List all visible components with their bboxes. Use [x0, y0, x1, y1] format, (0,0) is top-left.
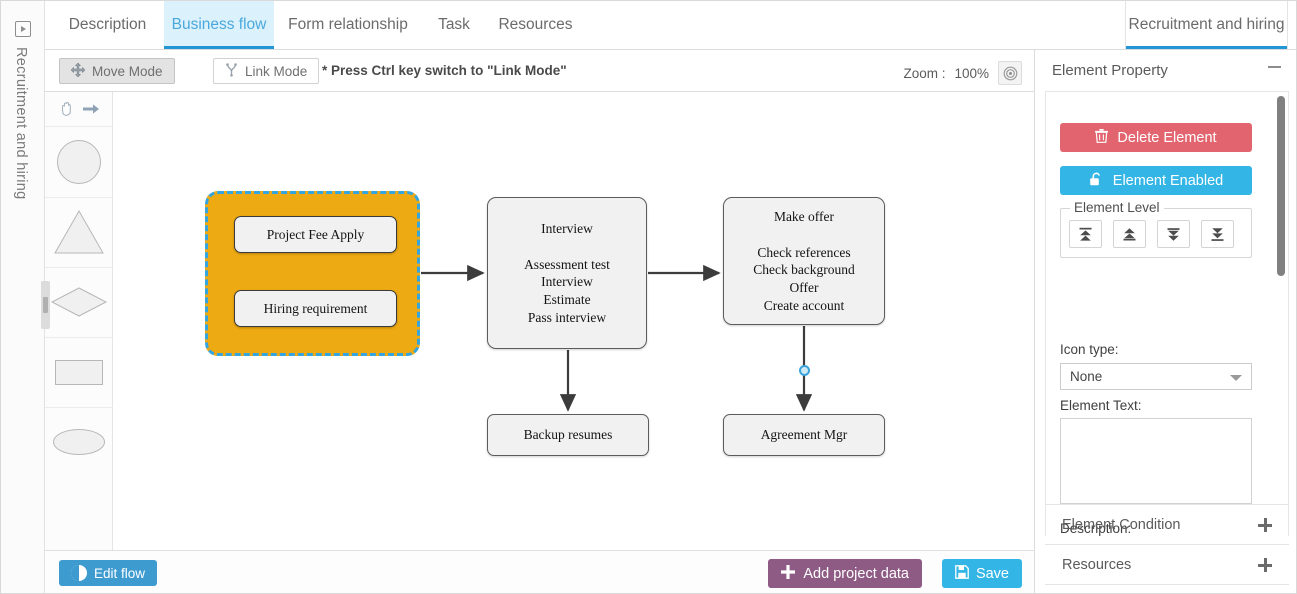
sub-node-project-fee-apply[interactable]: Project Fee Apply — [234, 216, 397, 253]
business-flow-editor: Recruitment and hiring Description Busin… — [0, 0, 1297, 594]
link-branch-icon — [225, 62, 238, 80]
unlock-icon — [1089, 172, 1104, 190]
add-project-data-label: Add project data — [803, 565, 909, 582]
canvas-toolbar: Move Mode Link Mode * Press Ctrl key swi… — [45, 50, 1034, 92]
flow-node-backup-resumes[interactable]: Backup resumes — [487, 414, 649, 456]
element-enabled-button[interactable]: Element Enabled — [1060, 166, 1252, 195]
tab-task[interactable]: Task — [428, 1, 480, 49]
icon-type-value: None — [1070, 369, 1103, 384]
add-project-data-button[interactable]: Add project data — [768, 559, 922, 588]
circle-glyph — [57, 140, 101, 184]
tab-resources[interactable]: Resources — [490, 1, 581, 49]
node-title-backup-resumes: Backup resumes — [523, 427, 613, 442]
toggle-switch-icon — [71, 565, 87, 581]
bring-forward-button[interactable] — [1113, 220, 1146, 248]
palette-collapse-handle[interactable] — [41, 281, 50, 329]
arrow-right-icon — [82, 104, 99, 114]
floppy-disk-icon — [955, 564, 969, 583]
tab-form-relationship[interactable]: Form relationship — [282, 1, 414, 49]
chevron-down-icon — [1230, 375, 1242, 381]
plus-icon — [1258, 558, 1272, 572]
zoom-value: 100% — [954, 65, 989, 81]
shape-palette — [45, 92, 113, 550]
tab-business-flow[interactable]: Business flow — [164, 1, 274, 49]
icon-type-select[interactable]: None — [1060, 363, 1252, 390]
flow-node-make-offer[interactable]: Make offer Check references Check backgr… — [723, 197, 885, 325]
element-text-input[interactable] — [1060, 418, 1252, 504]
icon-type-label: Icon type: — [1060, 342, 1119, 357]
triangle-shape[interactable] — [45, 197, 113, 267]
mode-hint-text: * Press Ctrl key switch to "Link Mode" — [322, 63, 567, 78]
save-label: Save — [975, 565, 1009, 582]
move-cross-icon — [70, 62, 86, 80]
element-text-label: Element Text: — [1060, 398, 1142, 413]
node-lines-make-offer: Check references Check background Offer … — [753, 244, 855, 313]
send-to-back-icon — [1211, 227, 1224, 241]
zoom-control-group: Zoom : 100% — [903, 61, 1022, 85]
property-panel-body: Delete Element Element Enabled Element L… — [1045, 91, 1289, 536]
tab-description[interactable]: Description — [57, 1, 158, 49]
rectangle-shape[interactable] — [45, 337, 113, 407]
resources-label: Resources — [1062, 556, 1132, 573]
tab-recruitment-and-hiring[interactable]: Recruitment and hiring — [1125, 1, 1288, 49]
edit-flow-toggle-button[interactable]: Edit flow — [59, 560, 158, 586]
element-condition-label: Element Condition — [1062, 516, 1181, 533]
element-enabled-label: Element Enabled — [1112, 172, 1224, 189]
property-panel-scrollbar[interactable] — [1277, 96, 1285, 276]
target-reset-icon — [1003, 66, 1017, 80]
element-level-group: Element Level — [1060, 200, 1252, 258]
element-level-legend: Element Level — [1070, 200, 1164, 215]
send-backward-button[interactable] — [1157, 220, 1190, 248]
flow-node-interview[interactable]: Interview Assessment test Interview Esti… — [487, 197, 647, 349]
left-collapsed-rail[interactable]: Recruitment and hiring — [1, 1, 45, 593]
circle-shape[interactable] — [45, 127, 113, 197]
element-property-panel: Element Property Delete Element Element … — [1034, 50, 1296, 593]
hand-drag-tool[interactable] — [45, 92, 113, 126]
move-mode-label: Move Mode — [92, 63, 163, 79]
plus-icon — [781, 564, 796, 583]
diamond-glyph — [50, 287, 108, 317]
node-title-interview: Interview — [541, 221, 593, 237]
flow-node-agreement-mgr[interactable]: Agreement Mgr — [723, 414, 885, 456]
node-title-make-offer: Make offer — [773, 209, 835, 225]
panel-bottom-divider — [1045, 584, 1289, 585]
expand-panel-icon[interactable] — [15, 21, 31, 37]
minimize-panel-button[interactable] — [1268, 66, 1281, 68]
ellipse-glyph — [53, 429, 105, 455]
property-panel-title: Element Property — [1052, 61, 1168, 79]
send-backward-icon — [1167, 227, 1180, 241]
zoom-label: Zoom : — [903, 65, 946, 81]
plus-icon — [1258, 518, 1272, 532]
bring-to-front-icon — [1079, 227, 1092, 241]
link-mode-label: Link Mode — [245, 63, 308, 79]
link-mode-button[interactable]: Link Mode — [213, 58, 320, 84]
edit-flow-label: Edit flow — [94, 565, 146, 581]
rectangle-glyph — [55, 359, 103, 385]
node-title-agreement-mgr: Agreement Mgr — [760, 427, 848, 442]
canvas-bottom-bar: Edit flow Add project data Save — [45, 550, 1034, 593]
property-panel-header: Element Property — [1035, 50, 1296, 90]
hand-icon — [61, 101, 71, 116]
flow-canvas[interactable]: Project Fee Apply Hiring requirement Int… — [113, 92, 1034, 550]
send-to-back-button[interactable] — [1201, 220, 1234, 248]
bring-to-front-button[interactable] — [1069, 220, 1102, 248]
diamond-shape[interactable] — [45, 267, 113, 337]
bring-forward-icon — [1123, 227, 1136, 240]
trash-icon — [1095, 128, 1109, 147]
accordion-resources[interactable]: Resources — [1045, 544, 1289, 584]
triangle-glyph — [54, 209, 104, 254]
save-button[interactable]: Save — [941, 559, 1022, 588]
ellipse-shape[interactable] — [45, 407, 113, 477]
delete-element-button[interactable]: Delete Element — [1060, 123, 1252, 152]
delete-element-label: Delete Element — [1117, 129, 1217, 146]
sub-node-hiring-requirement[interactable]: Hiring requirement — [234, 290, 397, 327]
flow-group-selected[interactable]: Project Fee Apply Hiring requirement — [205, 191, 420, 356]
node-lines-interview: Assessment test Interview Estimate Pass … — [524, 256, 610, 325]
zoom-reset-button[interactable] — [998, 61, 1022, 85]
move-mode-button[interactable]: Move Mode — [59, 58, 175, 84]
accordion-element-condition[interactable]: Element Condition — [1045, 504, 1289, 544]
main-tab-bar: Description Business flow Form relations… — [45, 1, 1296, 50]
connector-midpoint-handle[interactable] — [799, 365, 810, 376]
rail-project-label: Recruitment and hiring — [13, 47, 29, 200]
